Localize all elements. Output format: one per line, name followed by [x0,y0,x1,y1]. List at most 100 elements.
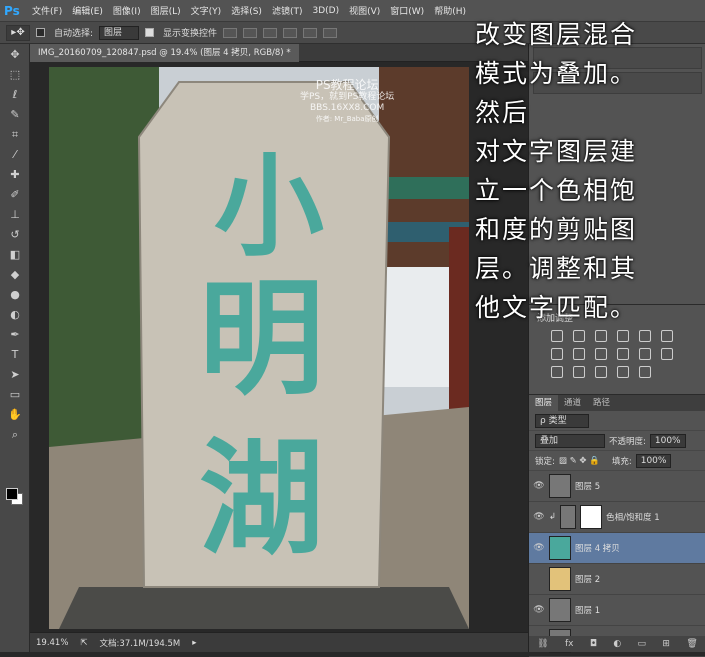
new-adjustment-icon[interactable]: ◐ [613,639,621,649]
hand-tool-icon[interactable]: ✋ [4,406,26,424]
align-center-button[interactable] [303,27,318,38]
quick-select-tool-icon[interactable]: ✎ [4,106,26,124]
eye-icon[interactable]: 👁 [533,605,545,615]
foreground-color-swatch[interactable] [6,488,18,500]
menu-layer[interactable]: 图层(L) [151,4,181,17]
invert-icon[interactable] [551,366,563,378]
move-tool-icon[interactable]: ✥ [4,46,26,64]
opacity-field[interactable]: 100% [649,433,686,448]
posterize-icon[interactable] [573,366,585,378]
new-group-icon[interactable]: ▭ [638,639,647,649]
eraser-tool-icon[interactable]: ◧ [4,246,26,264]
marquee-tool-icon[interactable]: ⬚ [4,66,26,84]
document-canvas[interactable]: 小 明 湖 [49,67,469,629]
gradient-tool-icon[interactable]: ◆ [4,266,26,284]
layer-row[interactable]: 👁 图层 5 [529,471,705,502]
status-bar: 19.41% ⇱ 文档:37.1M/194.5M ▸ [30,632,528,652]
color-lookup-icon[interactable] [639,348,651,360]
auto-select-checkbox[interactable] [36,28,45,37]
layer-row[interactable]: 👁 图层 1 [529,595,705,626]
align-top-button[interactable] [223,27,238,38]
align-bottom-button[interactable] [263,27,278,38]
brightness-icon[interactable] [551,330,563,342]
menu-view[interactable]: 视图(V) [349,4,380,17]
blur-tool-icon[interactable]: ● [4,286,26,304]
path-select-tool-icon[interactable]: ➤ [4,366,26,384]
tab-channels[interactable]: 通道 [558,395,587,411]
black-white-icon[interactable] [573,348,585,360]
new-layer-icon[interactable]: ⊞ [662,639,670,649]
fx-icon[interactable]: fx [565,639,574,649]
move-tool-preset[interactable]: ▸✥ [6,24,30,41]
blend-mode-dropdown[interactable]: 叠加 [535,433,605,448]
add-mask-icon[interactable]: ◘ [590,639,597,649]
menu-filter[interactable]: 滤镜(T) [272,4,303,17]
align-left-button[interactable] [283,27,298,38]
align-right-button[interactable] [323,27,338,38]
color-balance-icon[interactable] [551,348,563,360]
align-middle-button[interactable] [243,27,258,38]
layer-filter-dropdown[interactable]: ρ 类型 [535,413,589,428]
zoom-level[interactable]: 19.41% [36,638,68,648]
healing-tool-icon[interactable]: ✚ [4,166,26,184]
document-size: 文档:37.1M/194.5M [99,638,181,649]
canvas-area[interactable]: 小 明 湖 PS教程论坛 学PS，就到PS教程论坛 BBS.16XX8.COM … [30,62,528,632]
channel-mixer-icon[interactable] [617,348,629,360]
document-tab[interactable]: IMG_20160709_120847.psd @ 19.4% (图层 4 拷贝… [30,44,299,62]
lasso-tool-icon[interactable]: ℓ [4,86,26,104]
eye-icon[interactable]: 👁 [533,543,545,553]
menu-image[interactable]: 图像(I) [113,4,141,17]
exposure-icon[interactable] [617,330,629,342]
menu-select[interactable]: 选择(S) [231,4,262,17]
menu-help[interactable]: 帮助(H) [434,4,466,17]
eye-icon[interactable]: 👁 [533,481,545,491]
dodge-tool-icon[interactable]: ◐ [4,306,26,324]
menu-edit[interactable]: 编辑(E) [72,4,103,17]
vibrance-icon[interactable] [639,330,651,342]
layer-thumbnail [549,536,571,560]
menu-file[interactable]: 文件(F) [32,4,62,17]
shape-tool-icon[interactable]: ▭ [4,386,26,404]
eyedropper-tool-icon[interactable]: ⁄ [4,146,26,164]
layer-row[interactable]: 图层 2 [529,564,705,595]
levels-icon[interactable] [573,330,585,342]
layer-row-selected[interactable]: 👁 图层 4 拷贝 [529,533,705,564]
selective-color-icon[interactable] [617,366,629,378]
lock-icons[interactable]: ▨ ✎ ✥ 🔒 [559,456,600,466]
history-brush-icon[interactable]: ↺ [4,226,26,244]
layer-name: 图层 5 [575,482,601,492]
menu-window[interactable]: 窗口(W) [390,4,424,17]
fill-field[interactable]: 100% [635,453,672,468]
grid-icon[interactable] [661,348,673,360]
brush-tool-icon[interactable]: ✐ [4,186,26,204]
type-tool-icon[interactable]: T [4,346,26,364]
gradient-map-icon[interactable] [639,366,651,378]
link-layers-icon[interactable]: ⛓ [537,639,548,649]
toolbox: ✥ ⬚ ℓ ✎ ⌗ ⁄ ✚ ✐ ⊥ ↺ ◧ ◆ ● ◐ ✒ T ➤ ▭ ✋ ⌕ [0,44,30,652]
layers-footer: ⛓ fx ◘ ◐ ▭ ⊞ 🗑 [529,636,705,652]
adjustment-icons [529,328,705,380]
curves-icon[interactable] [595,330,607,342]
pen-tool-icon[interactable]: ✒ [4,326,26,344]
menu-type[interactable]: 文字(Y) [191,4,222,17]
layer-row[interactable]: 👁 ↲ 色相/饱和度 1 [529,502,705,533]
photo-filter-icon[interactable] [595,348,607,360]
watermark-line4: 作者: Mr_Baba原创 [315,115,379,123]
stamp-tool-icon[interactable]: ⊥ [4,206,26,224]
show-transform-checkbox[interactable] [145,28,155,37]
export-icon[interactable]: ⇱ [80,638,87,648]
menu-3d[interactable]: 3D(D) [312,6,339,16]
layer-mask-thumbnail [580,505,603,529]
layer-filter-row: ρ 类型 [529,411,705,431]
threshold-icon[interactable] [595,366,607,378]
eye-icon[interactable]: 👁 [533,512,545,522]
status-menu-arrow-icon[interactable]: ▸ [192,638,196,648]
layer-thumbnail [549,598,571,622]
zoom-tool-icon[interactable]: ⌕ [4,426,26,444]
crop-tool-icon[interactable]: ⌗ [4,126,26,144]
tab-layers[interactable]: 图层 [529,395,559,411]
delete-layer-icon[interactable]: 🗑 [686,639,697,649]
hue-saturation-icon[interactable] [661,330,673,342]
tab-paths[interactable]: 路径 [587,395,616,411]
auto-select-dropdown[interactable]: 图层 [99,25,140,40]
